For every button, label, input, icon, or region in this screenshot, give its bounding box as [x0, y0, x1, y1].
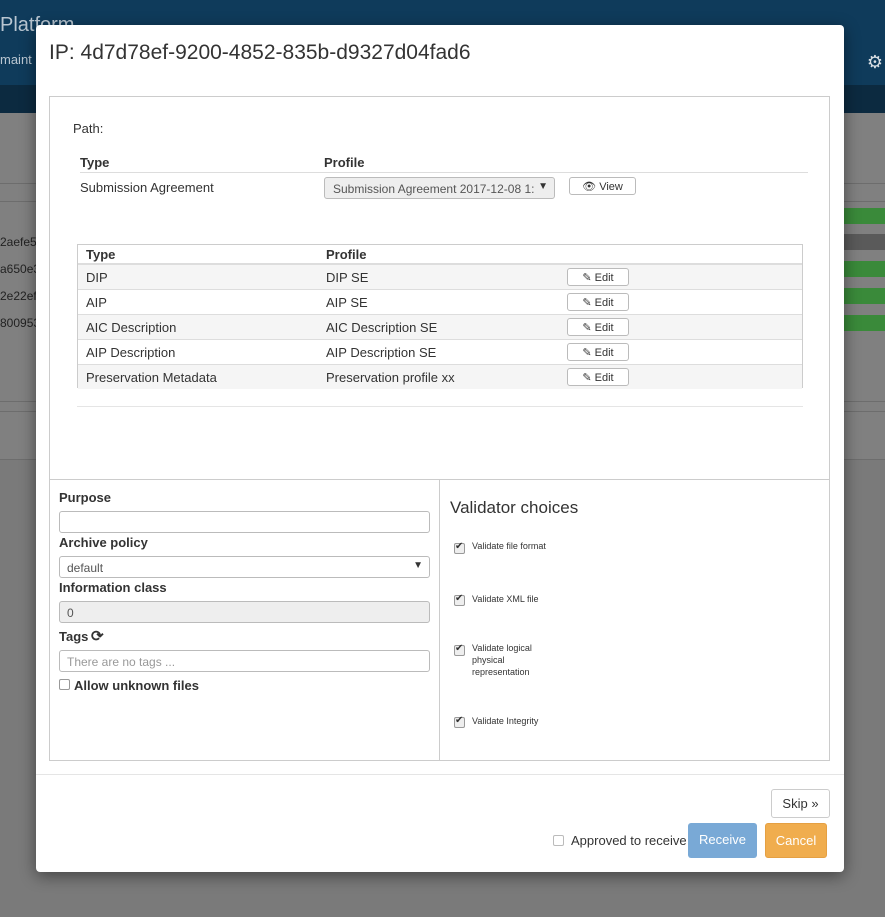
refresh-icon[interactable]: ⟳	[91, 627, 104, 645]
bg-row-id: 800953	[0, 316, 41, 330]
progress-bar	[840, 208, 885, 224]
validate-logical-physical-checkbox[interactable]	[454, 643, 465, 656]
view-button[interactable]: 👁 View	[569, 177, 636, 195]
skip-button[interactable]: Skip »	[771, 789, 830, 818]
column-header-profile: Profile	[324, 155, 365, 170]
profile-type: AIP	[86, 295, 107, 310]
information-class-input: 0	[59, 601, 430, 623]
bg-row-id: 2aefe5	[0, 235, 37, 249]
modal-title: IP: 4d7d78ef-9200-4852-835b-d9327d04fad6	[49, 41, 471, 64]
app-user: maint	[0, 52, 32, 67]
profile-type: Preservation Metadata	[86, 370, 217, 385]
profile-name: AIP SE	[326, 295, 368, 310]
edit-button[interactable]: ✎ Edit	[567, 293, 629, 311]
allow-unknown-files-label: Allow unknown files	[74, 678, 199, 693]
archive-policy-select[interactable]: default ▼	[59, 556, 430, 578]
validate-file-format-label: Validate file format	[472, 541, 546, 551]
chevron-down-icon: ▼	[413, 560, 423, 571]
table-row: AIP Description AIP Description SE ✎ Edi…	[78, 339, 802, 364]
gear-icon[interactable]: ⚙	[867, 52, 883, 73]
edit-button-label: Edit	[594, 272, 614, 284]
table-row: AIC Description AIC Description SE ✎ Edi…	[78, 314, 802, 339]
receive-button[interactable]: Receive	[688, 823, 757, 858]
profiles-table: Type Profile DIP DIP SE ✎ Edit AIP AIP S…	[77, 244, 803, 389]
chevron-down-icon: ▼	[538, 181, 548, 192]
archive-policy-label: Archive policy	[59, 535, 148, 550]
profile-panel: Path: Type Profile Submission Agreement …	[49, 96, 830, 479]
profile-type: AIP Description	[86, 345, 176, 360]
table-row: AIP AIP SE ✎ Edit	[78, 289, 802, 314]
tags-label: Tags	[59, 629, 89, 644]
information-class-label: Information class	[59, 580, 167, 595]
pencil-icon: ✎	[582, 297, 592, 309]
validator-panel: Validator choices Validate file format V…	[439, 479, 830, 761]
progress-bar	[840, 315, 885, 331]
profile-name: AIP Description SE	[326, 345, 437, 360]
validate-logical-physical-label: Validate logical physical representation	[472, 643, 532, 677]
column-header-type: Type	[86, 247, 116, 262]
view-button-label: View	[599, 181, 623, 193]
purpose-input[interactable]	[59, 511, 430, 533]
allow-unknown-files-checkbox[interactable]	[59, 679, 70, 690]
profile-name: DIP SE	[326, 270, 369, 285]
purpose-label: Purpose	[59, 490, 112, 505]
approved-to-receive-label: Approved to receive	[571, 833, 687, 848]
validate-integrity-label: Validate Integrity	[472, 716, 539, 726]
edit-button[interactable]: ✎ Edit	[567, 343, 629, 361]
column-header-profile: Profile	[326, 247, 367, 262]
pencil-icon: ✎	[582, 347, 592, 359]
archive-policy-value: default	[67, 561, 104, 575]
pencil-icon: ✎	[582, 322, 592, 334]
column-header-type: Type	[80, 155, 110, 170]
pencil-icon: ✎	[582, 272, 592, 284]
approved-to-receive-checkbox[interactable]	[553, 835, 564, 846]
progress-bar	[840, 288, 885, 304]
bg-row-id: 2e22ef	[0, 289, 37, 303]
divider	[77, 406, 803, 407]
validate-xml-file-label: Validate XML file	[472, 594, 539, 604]
edit-button[interactable]: ✎ Edit	[567, 318, 629, 336]
edit-button-label: Edit	[594, 347, 614, 359]
pencil-icon: ✎	[582, 372, 592, 384]
profile-type: DIP	[86, 270, 108, 285]
profile-name: Preservation profile xx	[326, 370, 455, 385]
table-row: DIP DIP SE ✎ Edit	[78, 264, 802, 289]
sa-type: Submission Agreement	[80, 180, 214, 195]
profile-type: AIC Description	[86, 320, 177, 335]
edit-button-label: Edit	[594, 322, 614, 334]
progress-bar	[840, 261, 885, 277]
sa-table-header: Type Profile	[80, 155, 808, 173]
sa-table-row: Submission Agreement Submission Agreemen…	[80, 174, 808, 204]
table-row: Preservation Metadata Preservation profi…	[78, 364, 802, 389]
profiles-table-header: Type Profile	[78, 245, 802, 264]
validate-xml-file-checkbox[interactable]	[454, 593, 465, 606]
cancel-button[interactable]: Cancel	[765, 823, 827, 858]
path-label: Path:	[73, 121, 104, 136]
tags-input[interactable]: There are no tags ...	[59, 650, 430, 672]
profile-name: AIC Description SE	[326, 320, 438, 335]
ip-form-panel: Purpose Archive policy default ▼ Informa…	[49, 479, 440, 761]
edit-button[interactable]: ✎ Edit	[567, 368, 629, 386]
edit-button[interactable]: ✎ Edit	[567, 268, 629, 286]
validate-file-format-checkbox[interactable]	[454, 541, 465, 554]
validator-title: Validator choices	[450, 498, 579, 517]
sa-profile-select[interactable]: Submission Agreement 2017-12-08 1: ▼	[324, 177, 555, 199]
modal-footer-divider	[36, 774, 844, 775]
bg-row-id: a650e3	[0, 262, 41, 276]
progress-bar	[840, 234, 885, 250]
validate-integrity-checkbox[interactable]	[454, 715, 465, 728]
ip-modal: IP: 4d7d78ef-9200-4852-835b-d9327d04fad6…	[36, 25, 844, 872]
eye-icon: 👁	[582, 181, 597, 193]
edit-button-label: Edit	[594, 372, 614, 384]
edit-button-label: Edit	[594, 297, 614, 309]
sa-profile-value: Submission Agreement 2017-12-08 1:	[333, 182, 535, 196]
